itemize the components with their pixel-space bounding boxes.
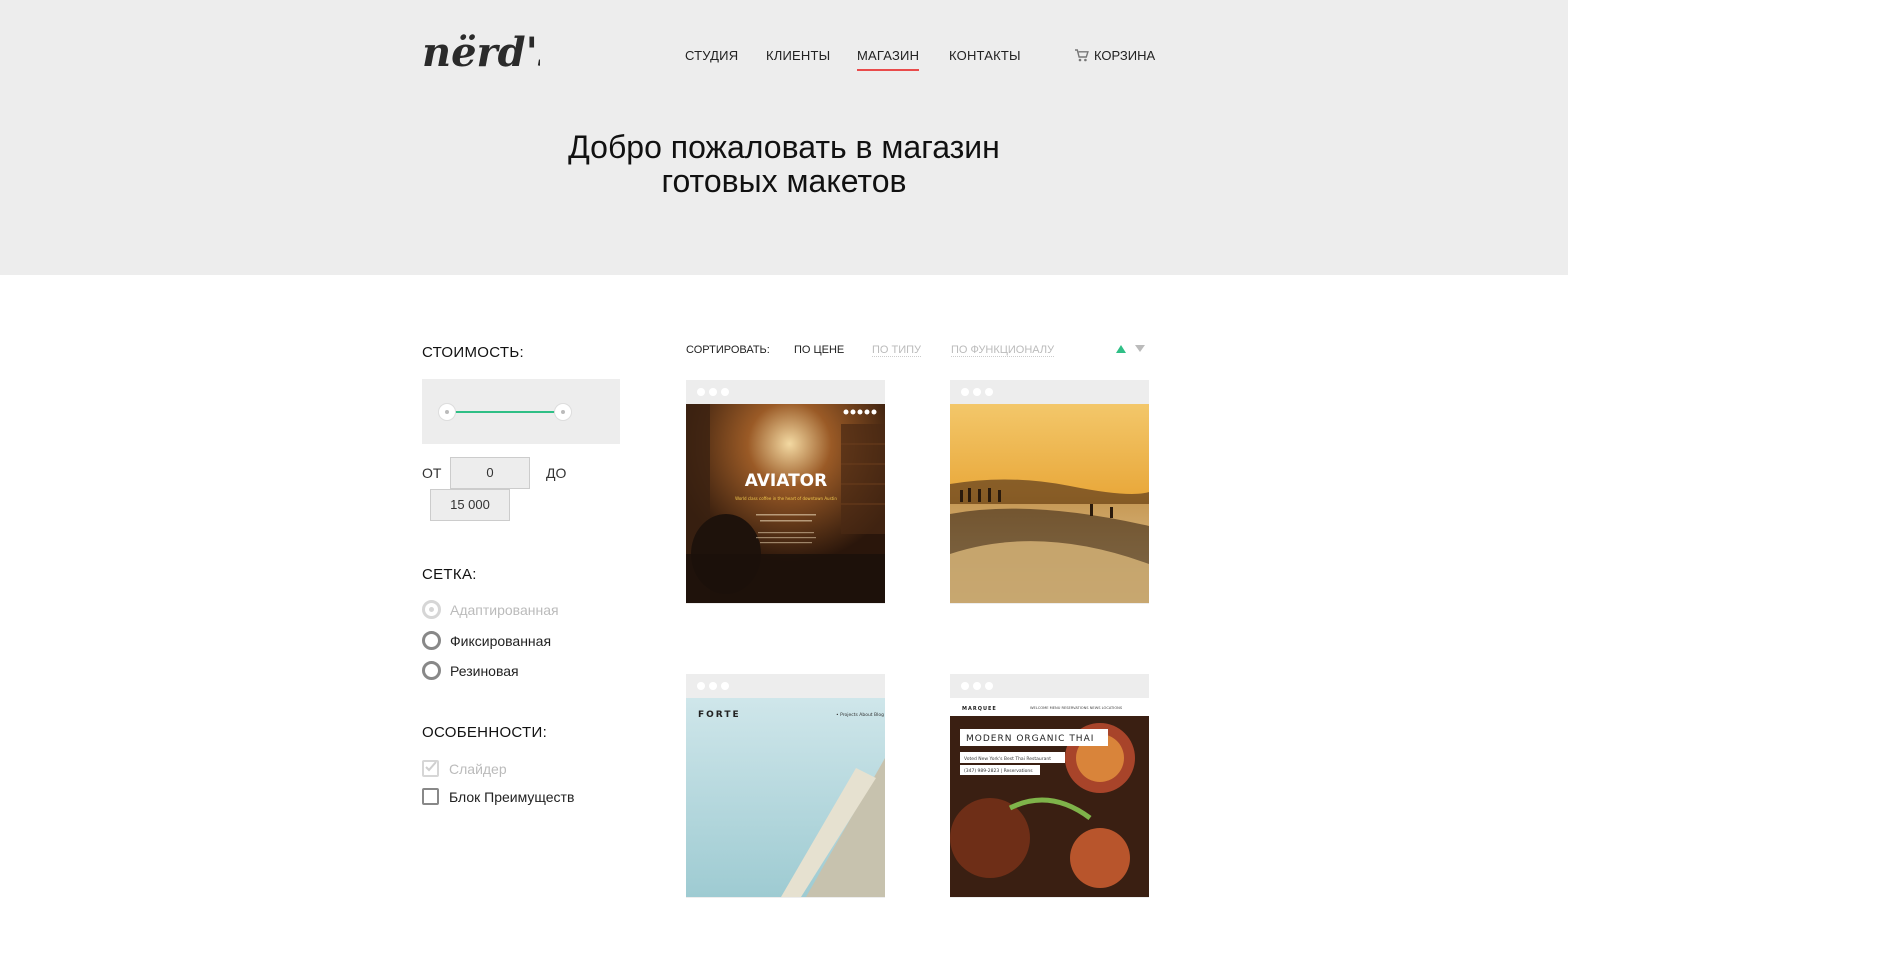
card-aviator-tagline: World class coffee in the heart of downt… — [735, 496, 837, 501]
range-track[interactable] — [447, 411, 563, 413]
grid-option-adaptive[interactable]: Адаптированная — [422, 600, 559, 619]
price-from-label: ОТ — [422, 465, 442, 481]
product-card-surf[interactable] — [950, 380, 1149, 604]
checkbox-label: Слайдер — [449, 760, 507, 777]
product-preview: MARQUEE WELCOME MENU RESERVATIONS NEWS L… — [950, 698, 1149, 897]
card-marquee-nav: WELCOME MENU RESERVATIONS NEWS LOCATIONS — [1030, 706, 1123, 710]
product-card-aviator[interactable]: AVIATOR World class coffee in the heart … — [686, 380, 885, 604]
radio-label: Резиновая — [450, 662, 519, 679]
radio-label: Фиксированная — [450, 632, 552, 649]
range-handle-min[interactable] — [439, 404, 455, 420]
nav-item-studio[interactable]: СТУДИЯ — [685, 48, 738, 63]
price-range-slider — [422, 379, 620, 444]
product-card-marquee[interactable]: MARQUEE WELCOME MENU RESERVATIONS NEWS L… — [950, 674, 1149, 898]
grid-option-fixed[interactable]: Фиксированная — [422, 631, 551, 650]
nav-item-clients[interactable]: КЛИЕНТЫ — [766, 48, 830, 63]
browser-bar — [950, 674, 1149, 698]
sort-descending-icon[interactable] — [1135, 345, 1145, 352]
browser-bar — [686, 674, 885, 698]
card-marquee-phone: (347) 989-2823 | Reservations — [964, 768, 1033, 774]
check-icon — [425, 761, 437, 772]
card-marquee-brand: MARQUEE — [962, 706, 997, 712]
checkbox-label: Блок Преимуществ — [449, 788, 575, 805]
grid-option-fluid[interactable]: Резиновая — [422, 661, 519, 680]
browser-bar — [950, 380, 1149, 404]
radio-label: Адаптированная — [450, 601, 559, 618]
price-from-input[interactable]: 0 — [450, 457, 530, 489]
page-title: Добро пожаловать в магазин готовых макет… — [568, 129, 1000, 199]
browser-bar — [686, 380, 885, 404]
checkbox — [422, 760, 439, 777]
sort-label: СОРТИРОВАТЬ: — [686, 344, 770, 356]
price-to-label: ДО — [546, 465, 567, 481]
product-preview — [950, 404, 1149, 603]
price-to-input[interactable]: 15 000 — [430, 489, 510, 521]
nav-item-contacts[interactable]: КОНТАКТЫ — [949, 48, 1021, 63]
nav-item-shop[interactable]: МАГАЗИН — [857, 48, 920, 71]
sort-ascending-icon[interactable] — [1116, 345, 1126, 353]
radio-circle — [422, 661, 441, 680]
card-marquee-headline: MODERN ORGANIC THAI — [966, 734, 1094, 744]
sort-by-price[interactable]: ПО ЦЕНЕ — [794, 344, 844, 356]
price-filter-title: СТОИМОСТЬ: — [422, 344, 524, 361]
grid-filter-title: СЕТКА: — [422, 566, 477, 583]
card-forte-title: FORTE — [698, 710, 741, 720]
features-filter-title: ОСОБЕННОСТИ: — [422, 724, 548, 741]
card-aviator-title: AVIATOR — [745, 471, 827, 491]
feature-option-slider[interactable]: Слайдер — [422, 760, 507, 777]
nerds-logo[interactable]: nërd's — [420, 18, 540, 74]
product-card-forte[interactable]: FORTE • Projects About Blog — [686, 674, 885, 898]
product-preview: AVIATOR World class coffee in the heart … — [686, 404, 885, 603]
sort-by-type[interactable]: ПО ТИПУ — [872, 344, 922, 357]
checkbox — [422, 788, 439, 805]
radio-circle — [422, 600, 441, 619]
cart-link[interactable]: КОРЗИНА — [1075, 48, 1155, 63]
card-forte-nav: • Projects About Blog — [836, 712, 884, 718]
sort-by-function[interactable]: ПО ФУНКЦИОНАЛУ — [951, 344, 1055, 357]
cart-icon — [1075, 49, 1089, 62]
feature-option-benefits[interactable]: Блок Преимуществ — [422, 788, 574, 805]
product-preview: FORTE • Projects About Blog — [686, 698, 885, 897]
radio-circle — [422, 631, 441, 650]
cart-label: КОРЗИНА — [1094, 48, 1156, 63]
card-marquee-tagline: Voted New York's Best Thai Restaurant — [964, 756, 1051, 762]
logo-wordmark: nërd's — [422, 29, 540, 74]
range-handle-max[interactable] — [555, 404, 571, 420]
